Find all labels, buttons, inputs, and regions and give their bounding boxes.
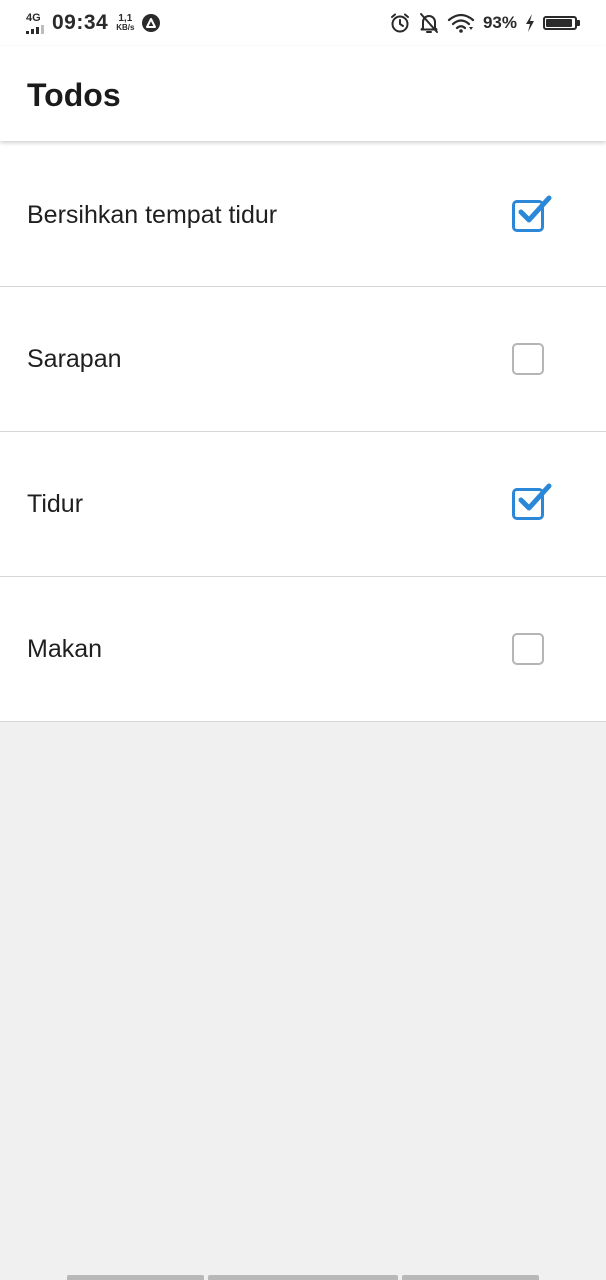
charging-icon [526, 14, 534, 32]
todo-label: Bersihkan tempat tidur [27, 201, 278, 229]
todo-checkbox-unchecked[interactable] [512, 633, 544, 665]
alarm-icon [390, 13, 409, 33]
todo-list: Bersihkan tempat tidur Sarapan Tidur Makan [0, 141, 606, 722]
signal-bars [26, 24, 44, 34]
status-bar: 4G 09:34 1,1 KB/s 93% [0, 0, 606, 46]
battery-percent: 93% [482, 13, 517, 32]
check-icon [518, 195, 552, 222]
todo-label: Sarapan [27, 344, 122, 373]
network-speed: 1,1 KB/s [116, 14, 134, 32]
todo-checkbox-checked[interactable] [512, 195, 552, 232]
check-icon [518, 483, 552, 511]
page-title: Todos [27, 76, 121, 113]
gesture-bar[interactable] [67, 1275, 539, 1280]
battery-icon [543, 16, 580, 30]
notifications-off-icon [419, 13, 438, 33]
todo-label: Makan [27, 634, 103, 663]
status-time: 09:34 [52, 11, 109, 34]
todo-label: Tidur [27, 489, 84, 518]
signal-icon: 4G [26, 11, 44, 34]
network-type-label: 4G [26, 11, 41, 24]
status-right: 93% [389, 12, 580, 34]
wifi-icon [447, 13, 475, 33]
todo-checkbox-unchecked[interactable] [512, 343, 544, 375]
network-speed-unit: KB/s [116, 23, 135, 32]
todo-item[interactable]: Tidur [0, 432, 606, 577]
todo-item[interactable]: Sarapan [0, 287, 606, 432]
app-notification-icon [142, 14, 161, 32]
todo-item[interactable]: Makan [0, 577, 606, 722]
battery-fill [546, 19, 573, 27]
app-bar: Todos [0, 46, 606, 141]
todo-item[interactable]: Bersihkan tempat tidur [0, 141, 606, 287]
battery-body [543, 16, 577, 30]
status-left: 4G 09:34 1,1 KB/s [26, 11, 161, 35]
todo-checkbox-checked[interactable] [512, 483, 552, 520]
battery-cap [577, 20, 580, 26]
